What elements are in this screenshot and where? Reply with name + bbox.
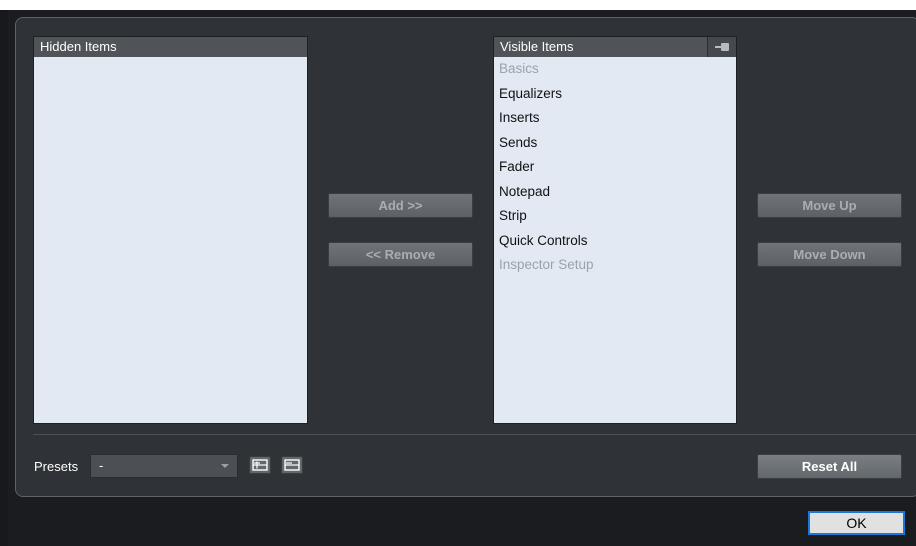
delete-preset-icon — [284, 459, 300, 471]
window-edge — [0, 10, 8, 546]
presets-dropdown[interactable]: - — [90, 454, 238, 478]
save-preset-button[interactable] — [249, 456, 271, 474]
visible-items-list[interactable]: Visible Items Basics Equalizers Inserts … — [493, 36, 737, 424]
visible-items-header-label: Visible Items — [500, 39, 574, 54]
list-item-sends[interactable]: Sends — [494, 131, 736, 156]
list-item-strip[interactable]: Strip — [494, 204, 736, 229]
list-item-inspector-setup[interactable]: Inspector Setup — [494, 253, 736, 278]
list-item-quick-controls[interactable]: Quick Controls — [494, 229, 736, 254]
chevron-down-icon — [221, 464, 229, 468]
pin-icon[interactable] — [707, 37, 736, 57]
list-item-fader[interactable]: Fader — [494, 155, 736, 180]
divider — [33, 434, 916, 435]
hidden-items-list[interactable]: Hidden Items — [33, 36, 308, 424]
presets-label: Presets — [34, 459, 79, 474]
hidden-items-header: Hidden Items — [34, 37, 307, 57]
list-item-equalizers[interactable]: Equalizers — [494, 82, 736, 107]
delete-preset-button[interactable] — [281, 456, 303, 474]
save-preset-icon — [252, 459, 268, 471]
title-bar-strip — [0, 0, 916, 10]
ok-button[interactable]: OK — [808, 511, 905, 535]
add-button[interactable]: Add >> — [328, 193, 473, 218]
list-item-inserts[interactable]: Inserts — [494, 106, 736, 131]
visible-items-header: Visible Items — [494, 37, 736, 57]
list-item-basics[interactable]: Basics — [494, 57, 736, 82]
move-up-button[interactable]: Move Up — [757, 193, 902, 218]
move-down-button[interactable]: Move Down — [757, 242, 902, 267]
list-item-notepad[interactable]: Notepad — [494, 180, 736, 205]
reset-all-button[interactable]: Reset All — [757, 454, 902, 479]
remove-button[interactable]: << Remove — [328, 242, 473, 267]
presets-value: - — [99, 458, 104, 473]
